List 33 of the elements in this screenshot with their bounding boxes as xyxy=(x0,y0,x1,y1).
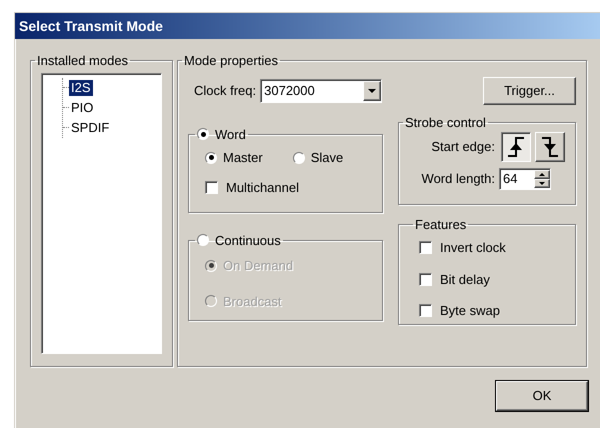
rising-edge-icon xyxy=(507,136,525,158)
checkbox[interactable]: Invert clock xyxy=(419,238,565,258)
dropdown-arrow-icon xyxy=(368,88,376,92)
group-title: Mode properties xyxy=(183,52,279,70)
ok-button[interactable]: OK xyxy=(496,381,588,411)
tree-item[interactable]: SPDIF xyxy=(69,120,112,136)
group-title: Installed modes xyxy=(36,52,130,70)
window-title: Select Transmit Mode xyxy=(19,16,163,36)
spin-down-button[interactable] xyxy=(534,179,550,188)
falling-edge-icon xyxy=(541,136,559,158)
checkbox[interactable]: Multichannel xyxy=(205,178,366,197)
radio-button[interactable]: Slave xyxy=(292,148,344,168)
tree-item[interactable]: PIO xyxy=(69,100,96,116)
field-label: Word length: xyxy=(422,170,495,188)
group-title: Features xyxy=(414,216,468,234)
dropdown-value: 3072000 xyxy=(263,82,315,100)
radio-button[interactable]: Master xyxy=(205,148,263,168)
radio-button[interactable]: Continuous xyxy=(197,230,281,250)
clock-freq-dropdown[interactable]: 3072000 xyxy=(260,78,382,102)
tree-item[interactable]: I2S xyxy=(69,80,93,96)
checkbox[interactable]: Byte swap xyxy=(419,301,565,320)
checkbox[interactable]: Bit delay xyxy=(419,270,565,289)
up-arrow-icon xyxy=(539,173,545,176)
down-arrow-icon xyxy=(539,182,545,185)
trigger-button[interactable]: Trigger... xyxy=(483,76,576,104)
radio-button[interactable]: Word xyxy=(197,124,246,144)
field-label: Clock freq: xyxy=(194,82,256,100)
edge-button[interactable] xyxy=(501,132,531,162)
word-length-spinner[interactable]: 64 xyxy=(499,168,551,190)
group-title: Strobe control xyxy=(404,114,487,132)
spin-up-button[interactable] xyxy=(534,170,550,179)
spinner-value: 64 xyxy=(502,170,518,188)
field-label: Start edge: xyxy=(431,138,495,156)
